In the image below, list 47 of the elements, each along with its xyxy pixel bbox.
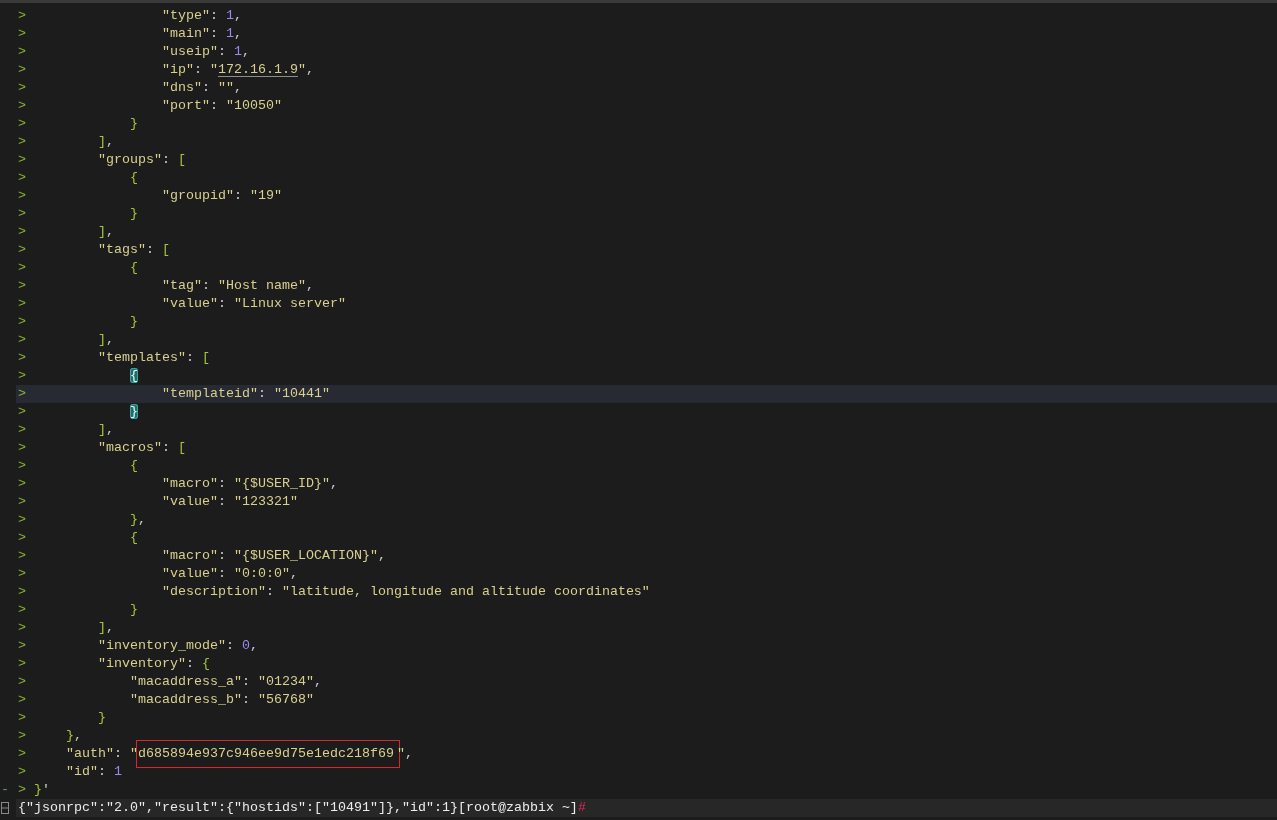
code-line: > "dns": "", — [17, 79, 242, 97]
code-line: > "macro": "{$USER_ID}", — [17, 475, 338, 493]
code-line: > } — [17, 601, 138, 619]
gutter-marker: - — [0, 781, 9, 799]
code-line: > } — [17, 313, 138, 331]
code-line: > { — [17, 457, 138, 475]
code-line: > } — [17, 205, 138, 223]
code-line: > { — [17, 367, 138, 385]
code-line: > }' — [17, 781, 50, 799]
highlight-box: d685894e937c946ee9d75e1edc218f69 — [136, 740, 400, 768]
code-line: > "macros": [ — [17, 439, 186, 457]
code-line: > "main": 1, — [17, 25, 242, 43]
code-line: > "tags": [ — [17, 241, 170, 259]
code-line: > } — [17, 403, 138, 421]
code-line: > "tag": "Host name", — [17, 277, 314, 295]
code-line: > "value": "0:0:0", — [17, 565, 298, 583]
code-line: > }, — [17, 727, 82, 745]
code-line: > "useip": 1, — [17, 43, 250, 61]
code-line: > ], — [17, 421, 114, 439]
command-output: {"jsonrpc":"2.0","result":{"hostids":["10491"]},"id":1}[root@zabbix ~]# — [16, 799, 1277, 817]
code-line: > "description": "latitude, longitude and altitude coordinates" — [17, 583, 650, 601]
code-line: > "inventory": { — [17, 655, 210, 673]
code-line: > "id": 1 — [17, 763, 122, 781]
code-line: > "macro": "{$USER_LOCATION}", — [17, 547, 386, 565]
code-line: > ], — [17, 331, 114, 349]
code-line: > "port": "10050" — [17, 97, 282, 115]
code-line: > ], — [17, 223, 114, 241]
code-line: > ], — [17, 619, 114, 637]
code-line: > { — [17, 169, 138, 187]
code-line: > "templates": [ — [17, 349, 210, 367]
code-line: > "ip": "172.16.1.9", — [17, 61, 314, 79]
code-line: > ], — [17, 133, 114, 151]
code-line: > "inventory_mode": 0, — [17, 637, 258, 655]
code-line: > { — [17, 259, 138, 277]
code-line: > } — [17, 709, 106, 727]
code-line: > "value": "Linux server" — [17, 295, 346, 313]
code-line: > "macaddress_a": "01234", — [17, 673, 322, 691]
code-line: > { — [17, 529, 138, 547]
code-line: > "macaddress_b": "56768" — [17, 691, 314, 709]
code-line: > } — [17, 115, 138, 133]
code-line: > "groups": [ — [17, 151, 186, 169]
code-line: > }, — [17, 511, 146, 529]
minus-box-icon — [1, 802, 9, 814]
code-line: > "groupid": "19" — [17, 187, 282, 205]
code-line: > "value": "123321" — [17, 493, 298, 511]
code-line: > "auth": " — [17, 745, 138, 763]
code-line: > "type": 1, — [17, 7, 242, 25]
